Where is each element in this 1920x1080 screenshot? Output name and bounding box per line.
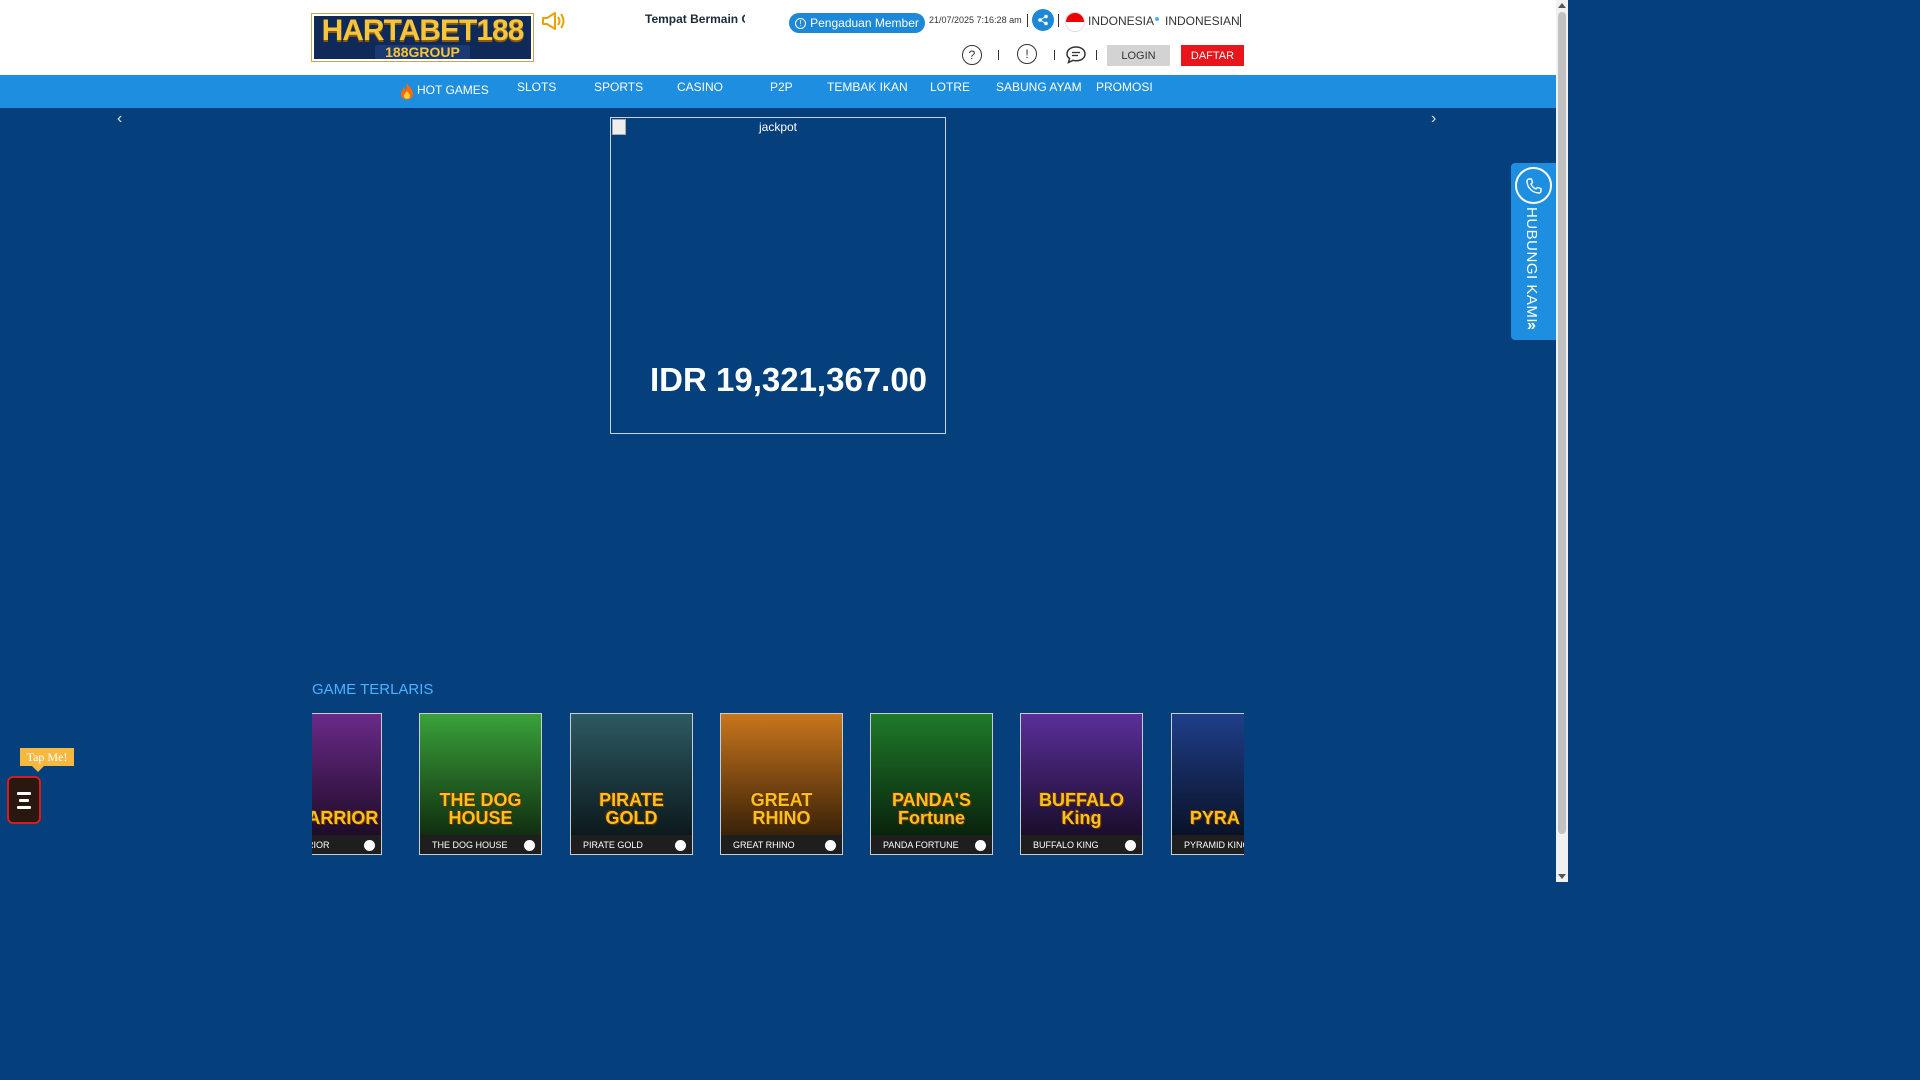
game-thumbnail: PIRATE GOLD — [571, 714, 692, 835]
logo-sub-text: 188GROUP — [375, 44, 470, 59]
contact-us-tab[interactable]: HUBUNGI KAMI » — [1511, 163, 1556, 340]
complaint-label: Pengaduan Member — [810, 16, 919, 30]
contact-us-label: HUBUNGI KAMI — [1523, 207, 1540, 324]
provider-icon — [975, 839, 986, 851]
language-selector[interactable]: INDONESIAN — [1165, 14, 1240, 28]
nav-p2p[interactable]: P2P — [770, 80, 793, 94]
game-art-title: THE DOG HOUSE — [439, 790, 522, 828]
game-art-title: EY WARRIOR — [312, 808, 379, 828]
nav-hot-games-label: HOT GAMES — [417, 83, 489, 98]
nav-sports[interactable]: SPORTS — [594, 80, 643, 94]
share-icon — [1038, 14, 1048, 26]
game-name: BUFFALO KING — [1033, 840, 1099, 850]
phone-icon — [1515, 167, 1552, 204]
announcement-marquee: Tempat Bermain G — [645, 12, 745, 26]
nav-promosi[interactable]: PROMOSI — [1096, 80, 1153, 94]
section-title: GAME TERLARIS — [312, 681, 434, 698]
game-thumbnail: BUFFALO King — [1021, 714, 1142, 835]
jackpot-image-alt: jackpot — [758, 120, 798, 134]
game-thumbnail: GREAT RHINO — [721, 714, 842, 835]
chat-icon[interactable] — [1065, 45, 1087, 65]
game-thumbnail: PANDA'S Fortune — [871, 714, 992, 835]
bullet-dot — [1155, 17, 1159, 21]
floating-menu-button[interactable] — [7, 776, 41, 824]
main-navigation: HOT GAMES SLOTS SPORTS CASINO P2P TEMBAK… — [0, 75, 1556, 108]
provider-icon — [1125, 839, 1136, 851]
game-name: PIRATE GOLD — [583, 840, 643, 850]
top-games-carousel: EY WARRIOR EY WARRIOR THE DOG HOUSE THE … — [312, 713, 1244, 855]
game-card[interactable]: BUFFALO King BUFFALO KING — [1020, 713, 1143, 855]
game-thumbnail: THE DOG HOUSE — [420, 714, 541, 835]
double-chevron-icon: » — [1527, 317, 1536, 334]
register-button[interactable]: DAFTAR — [1181, 45, 1244, 66]
game-art-title: PANDA'S Fortune — [892, 790, 971, 828]
game-name: THE DOG HOUSE — [432, 840, 508, 850]
login-button[interactable]: LOGIN — [1107, 45, 1170, 66]
provider-icon — [675, 839, 686, 851]
game-name: PANDA FORTUNE — [883, 840, 959, 850]
nav-tembak-ikan[interactable]: TEMBAK IKAN — [827, 80, 908, 94]
menu-line — [17, 791, 31, 795]
game-name: GREAT RHINO — [733, 840, 795, 850]
divider — [998, 50, 999, 60]
game-card[interactable]: PANDA'S Fortune PANDA FORTUNE — [870, 713, 993, 855]
scroll-down-icon[interactable] — [1558, 874, 1566, 879]
divider — [1058, 14, 1059, 27]
game-name: EY WARRIOR — [312, 840, 330, 850]
banner-next-arrow[interactable]: › — [1431, 110, 1436, 128]
game-art-title: PIRATE GOLD — [599, 790, 664, 828]
divider — [1096, 50, 1097, 60]
provider-icon — [825, 839, 836, 851]
tap-me-tooltip: Tap Me! — [20, 748, 74, 772]
logo-main-text: HARTABET188 — [321, 14, 525, 47]
menu-line — [19, 798, 29, 802]
indonesia-flag-icon[interactable] — [1065, 12, 1085, 32]
fire-icon — [401, 83, 413, 100]
jackpot-amount: IDR 19,321,367.00 — [650, 361, 928, 398]
jackpot-banner: jackpot IDR 19,321,367.00 — [610, 117, 946, 434]
provider-icon — [364, 839, 375, 851]
game-art-title: PYRA KIN — [1189, 808, 1244, 828]
page-scrollbar[interactable] — [1556, 0, 1568, 882]
game-art-title: GREAT RHINO — [750, 790, 813, 828]
member-complaint-button[interactable]: ! Pengaduan Member — [789, 13, 925, 33]
game-card[interactable]: PIRATE GOLD PIRATE GOLD — [570, 713, 693, 855]
divider — [1027, 14, 1028, 27]
current-datetime: 21/07/2025 7:16:28 am — [929, 15, 1022, 25]
info-icon: ! — [795, 17, 807, 29]
game-card[interactable]: THE DOG HOUSE THE DOG HOUSE — [419, 713, 542, 855]
divider — [1240, 14, 1241, 27]
game-art-title: BUFFALO King — [1039, 790, 1124, 828]
country-selector[interactable]: INDONESIA — [1088, 14, 1154, 28]
scrollbar-thumb[interactable] — [1558, 12, 1566, 834]
top-header: HARTABET188 188GROUP Tempat Bermain G ! … — [0, 0, 1556, 75]
game-thumbnail: PYRA KIN — [1172, 714, 1244, 835]
nav-slots[interactable]: SLOTS — [517, 80, 556, 94]
game-card[interactable]: GREAT RHINO GREAT RHINO — [720, 713, 843, 855]
nav-hot-games[interactable]: HOT GAMES — [400, 82, 489, 100]
help-icon[interactable]: ? — [962, 45, 982, 65]
provider-icon — [524, 839, 535, 851]
share-button[interactable] — [1032, 9, 1054, 31]
notification-icon[interactable]: ! — [1017, 44, 1037, 64]
game-card[interactable]: PYRA KIN PYRAMID KING — [1171, 713, 1244, 855]
menu-line — [17, 805, 31, 809]
banner-prev-arrow[interactable]: ‹ — [117, 110, 122, 128]
game-card[interactable]: EY WARRIOR EY WARRIOR — [312, 713, 382, 855]
nav-casino[interactable]: CASINO — [677, 80, 723, 94]
site-logo[interactable]: HARTABET188 188GROUP — [311, 13, 534, 62]
megaphone-icon — [542, 12, 565, 30]
scroll-up-icon[interactable] — [1558, 3, 1566, 8]
divider — [1054, 50, 1055, 60]
game-thumbnail: EY WARRIOR — [312, 714, 381, 835]
nav-sabung-ayam[interactable]: SABUNG AYAM — [996, 80, 1082, 94]
game-name: PYRAMID KING — [1184, 840, 1244, 850]
nav-lotre[interactable]: LOTRE — [930, 80, 970, 94]
